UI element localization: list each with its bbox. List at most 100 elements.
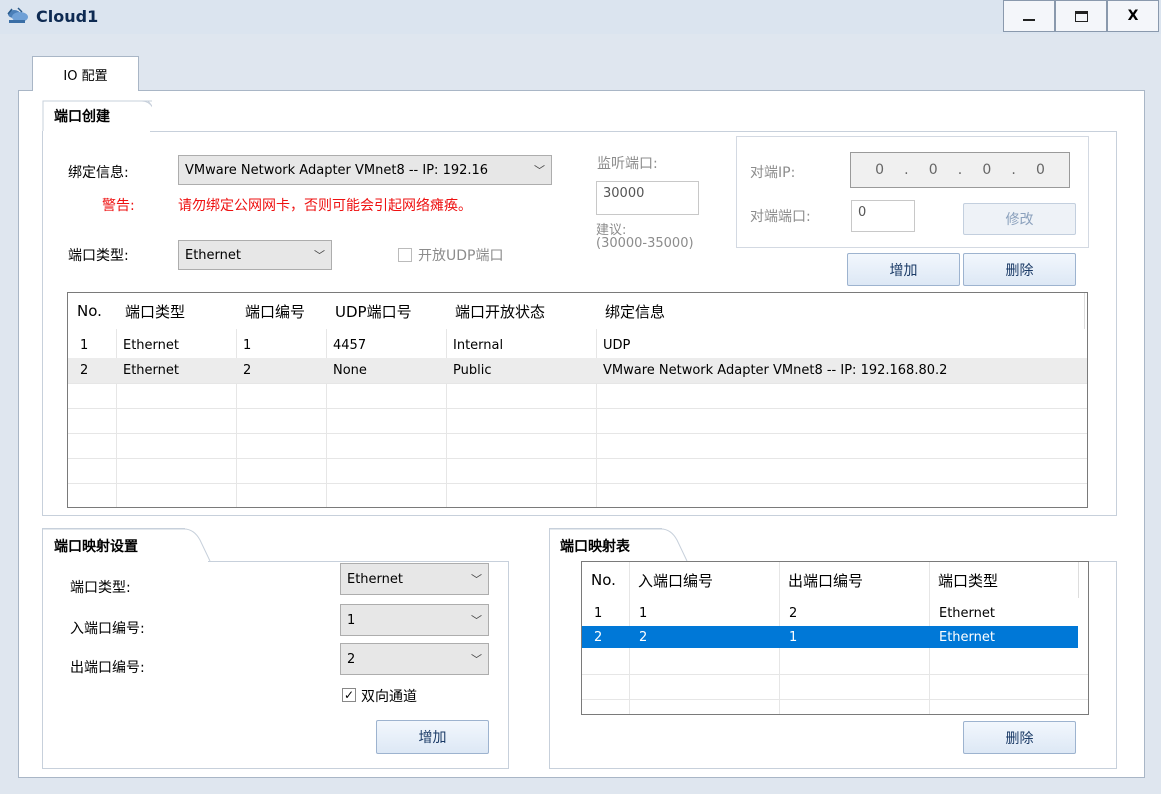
delete-port-button[interactable]: 删除 [963,253,1076,286]
port-creation-border-top [150,131,1116,132]
row-divider [582,699,1088,700]
maximize-button[interactable] [1055,0,1107,32]
cell-in-port: 1 [639,605,648,621]
out-port-label: 出端口编号: [70,660,145,676]
mapping-table-border-top [549,528,662,529]
peer-port-label: 对端端口: [750,209,811,225]
table-row-selected[interactable]: 2 2 1 Ethernet [582,626,1078,648]
col-header-udp-port: UDP端口号 [335,302,412,321]
row-divider [68,383,1087,384]
ip-octet-2: 0 [928,162,938,178]
mapping-settings-title: 端口映射设置 [54,539,138,555]
delete-mapping-button[interactable]: 删除 [963,721,1076,754]
col-header-in-port: 入端口编号 [638,571,714,590]
cell-no: 2 [80,363,89,378]
in-port-value: 1 [347,612,356,628]
mapping-table-border-right [1116,561,1117,768]
listen-port-label: 监听端口: [597,156,658,172]
cell-no: 1 [80,338,89,353]
tab-io-config[interactable]: IO 配置 [32,56,139,91]
open-udp-checkbox[interactable] [398,248,412,262]
ip-octet-4: 0 [1035,162,1045,178]
port-type-select-value: Ethernet [185,247,241,263]
port-type-select[interactable]: Ethernet ﹀ [178,240,332,270]
bidirectional-label: 双向通道 [361,689,417,705]
cell-port-type: Ethernet [123,338,179,353]
mapping-settings-border-top [42,528,185,529]
mapping-settings-border-top-right [208,561,508,562]
table-row[interactable]: 1 Ethernet 1 4457 Internal UDP [68,333,1087,358]
mapping-table-border-bottom [549,768,1117,769]
in-port-select[interactable]: 1 ﹀ [340,604,489,636]
open-udp-label: 开放UDP端口 [418,248,504,264]
peer-port-input[interactable]: 0 [851,200,915,232]
cell-port-type: Ethernet [123,363,179,378]
cell-port-no: 2 [243,363,252,378]
cloud-app-icon [4,6,32,28]
modify-button[interactable]: 修改 [963,203,1076,235]
out-port-select[interactable]: 2 ﹀ [340,643,489,675]
table-row[interactable]: 2 Ethernet 2 None Public VMware Network … [68,358,1087,383]
col-header-no: No. [77,302,102,320]
cell-port-no: 1 [243,338,252,353]
mapping-settings-border-left [42,528,43,768]
port-creation-border-left [42,131,43,515]
map-port-type-select[interactable]: Ethernet ﹀ [340,563,489,595]
table-header: No. 端口类型 端口编号 UDP端口号 端口开放状态 绑定信息 [68,293,1087,329]
peer-ip-input[interactable]: 0 . 0 . 0 . 0 [850,152,1070,188]
add-port-button[interactable]: 增加 [847,253,960,286]
ip-dot: . [1011,162,1016,178]
suggest-range: (30000-35000) [596,236,694,251]
cell-port-type: Ethernet [939,629,995,645]
peer-ip-label: 对端IP: [750,165,796,181]
col-header-port-type: 端口类型 [938,571,999,590]
cell-open-status: Internal [453,338,504,353]
port-type-label: 端口类型: [68,248,129,264]
listen-port-input[interactable]: 30000 [596,181,699,215]
col-header-binding: 绑定信息 [605,302,666,321]
cell-no: 2 [594,629,603,645]
add-mapping-button[interactable]: 增加 [376,720,489,754]
window-title: Cloud1 [36,7,99,26]
port-creation-title: 端口创建 [54,109,110,125]
mapping-table: No. 入端口编号 出端口编号 端口类型 1 1 2 Ethernet 2 2 … [581,561,1089,715]
binding-select[interactable]: VMware Network Adapter VMnet8 -- IP: 192… [178,155,552,185]
mapping-table-border-left [549,528,550,768]
port-creation-border-right [1116,131,1117,515]
chevron-down-icon: ﹀ [471,573,482,586]
minimize-button[interactable] [1003,0,1055,32]
in-port-label: 入端口编号: [70,621,145,637]
maximize-icon [1074,10,1088,22]
minimize-icon [1023,19,1035,21]
cell-out-port: 2 [789,605,798,621]
port-creation-border-bottom [42,515,1117,516]
row-divider [68,458,1087,459]
mapping-settings-border-right [508,561,509,768]
close-button[interactable]: X [1107,0,1159,32]
cell-in-port: 2 [639,629,648,645]
warning-text: 请勿绑定公网网卡，否则可能会引起网络瘫痪。 [178,198,472,214]
cell-out-port: 1 [789,629,798,645]
ip-octet-1: 0 [875,162,884,178]
cell-udp-port: 4457 [333,338,367,353]
col-header-port-type: 端口类型 [125,302,186,321]
chevron-down-icon: ﹀ [471,653,482,666]
bidirectional-checkbox[interactable]: ✓ [342,688,356,702]
chevron-down-icon: ﹀ [314,249,325,262]
binding-select-value: VMware Network Adapter VMnet8 -- IP: 192… [185,162,489,178]
ip-dot: . [904,162,909,178]
row-divider [68,408,1087,409]
title-bar [0,0,1161,34]
col-header-port-no: 端口编号 [245,302,306,321]
ip-octet-3: 0 [982,162,992,178]
row-divider [68,483,1087,484]
binding-label: 绑定信息: [68,165,129,181]
cell-open-status: Public [453,363,492,378]
table-row[interactable]: 1 1 2 Ethernet [582,602,1088,624]
col-header-no: No. [591,571,616,589]
chevron-down-icon: ﹀ [471,614,482,627]
mapping-table-title: 端口映射表 [560,539,630,555]
col-header-open-status: 端口开放状态 [455,302,546,321]
cell-binding: VMware Network Adapter VMnet8 -- IP: 192… [603,363,948,378]
ip-dot: . [957,162,963,178]
